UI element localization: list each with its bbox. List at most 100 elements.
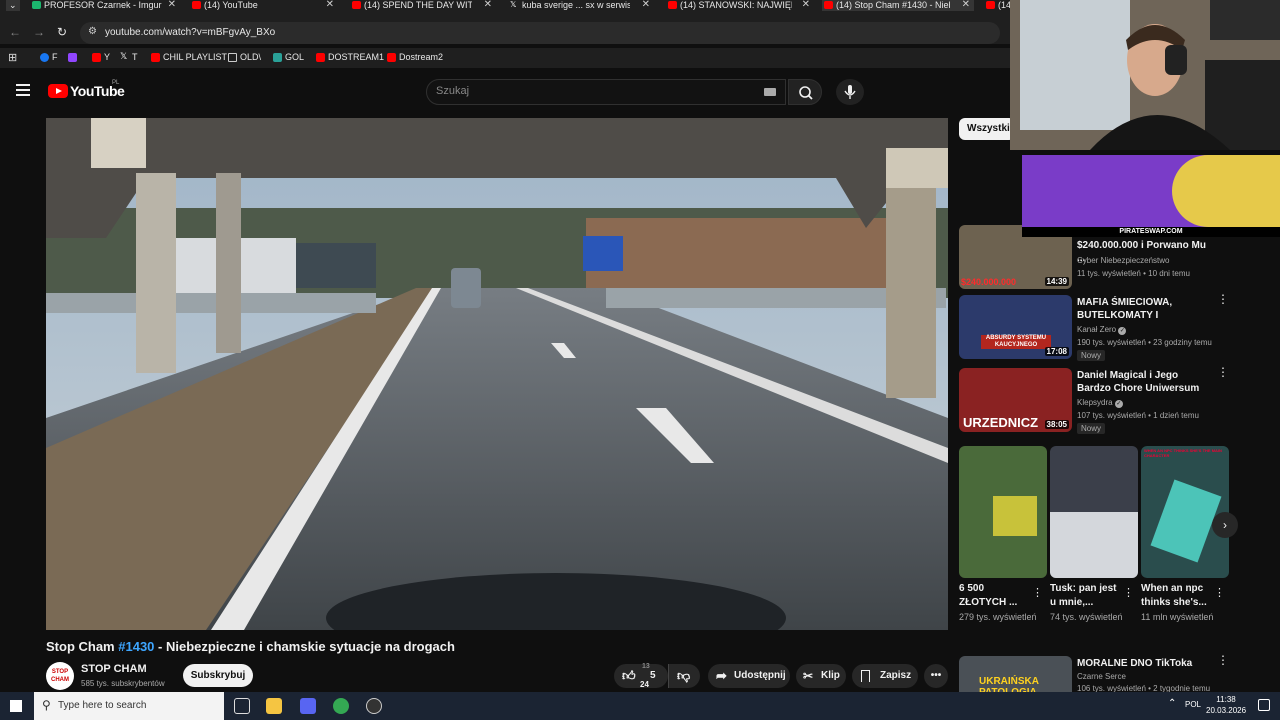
notification-icon[interactable] bbox=[1258, 699, 1270, 711]
search-button[interactable] bbox=[788, 79, 822, 105]
short-title: 6 500 ZŁOTYCH ... bbox=[959, 583, 1018, 608]
bookmark-chil-playlist[interactable]: CHIL PLAYLIST bbox=[151, 52, 227, 62]
windows-start-icon[interactable] bbox=[10, 700, 22, 712]
shorts-next-button[interactable]: › bbox=[1212, 512, 1238, 538]
video-player[interactable] bbox=[46, 118, 948, 630]
search-icon: ⚲ bbox=[42, 698, 51, 712]
short-thumb-caption: WHEN AN NPC THINKS SHE'S THE MAIN CHARAC… bbox=[1144, 448, 1222, 458]
recommendation-item[interactable]: URZEDNICZ 38:05 Daniel Magical i Jego Ba… bbox=[959, 366, 1259, 434]
voice-search-button[interactable] bbox=[836, 79, 864, 105]
duration-badge: 14:39 bbox=[1044, 277, 1069, 286]
share-button[interactable]: ➦ Udostępnij bbox=[708, 664, 790, 688]
close-tab-icon[interactable]: ✕ bbox=[326, 0, 334, 10]
search-placeholder: Szukaj bbox=[436, 85, 470, 97]
youtube-logo-icon[interactable] bbox=[48, 84, 68, 98]
search-icon bbox=[799, 86, 813, 100]
browser-tab[interactable]: (14) STANOWSKI: NAJWIĘKSZA ✕ bbox=[666, 0, 814, 11]
hashtag-link[interactable]: #1430 bbox=[118, 639, 154, 654]
bookmark-dostream1[interactable]: DOSTREAM1 bbox=[316, 52, 384, 62]
share-label: Udostępnij bbox=[734, 670, 786, 681]
microphone-icon bbox=[844, 85, 856, 99]
recommendation-meta: 11 tys. wyświetleń • 10 dni temu bbox=[1077, 269, 1190, 278]
back-arrow-icon[interactable]: ← bbox=[9, 25, 21, 39]
more-vertical-icon[interactable]: ⋮ bbox=[1217, 654, 1229, 666]
more-vertical-icon[interactable]: ⋮ bbox=[1217, 293, 1229, 305]
title-rest: - Niebezpieczne i chamskie sytuacje na d… bbox=[154, 639, 455, 654]
tab-menu-button[interactable]: ⌄ bbox=[6, 0, 20, 11]
more-vertical-icon[interactable]: ⋮ bbox=[1217, 366, 1229, 378]
keyboard-icon[interactable] bbox=[764, 88, 776, 96]
bookmark-facebook[interactable]: F bbox=[40, 52, 58, 62]
search-input[interactable] bbox=[426, 79, 786, 105]
browser-tab[interactable]: PROFESOR Czarnek - Imgur ✕ bbox=[30, 0, 180, 11]
reload-icon[interactable]: ↻ bbox=[57, 25, 67, 39]
video-thumbnail[interactable]: URZEDNICZ 38:05 bbox=[959, 368, 1072, 432]
site-info-icon[interactable]: ⚙ bbox=[88, 26, 97, 37]
close-tab-icon[interactable]: ✕ bbox=[168, 0, 176, 10]
more-horizontal-icon: ••• bbox=[930, 670, 942, 681]
close-tab-icon[interactable]: ✕ bbox=[802, 0, 810, 10]
address-bar-row: ← → ↻ ⚙ youtube.com/watch?v=mBFgvAy_BXo bbox=[0, 22, 1010, 44]
new-badge: Nowy bbox=[1077, 423, 1106, 434]
short-thumbnail[interactable]: WHEN AN NPC THINKS SHE'S THE MAIN CHARAC… bbox=[1141, 446, 1229, 578]
recommendation-meta: 107 tys. wyświetleń • 1 dzień temu bbox=[1077, 411, 1199, 420]
bookmark-folder-old[interactable]: OLD\ bbox=[228, 52, 261, 62]
short-item[interactable]: Tusk: pan jest u mnie,... 74 tys. wyświe… bbox=[1050, 446, 1138, 624]
windows-taskbar: ⚲ Type here to search ⌃ POL bbox=[0, 692, 1280, 720]
more-vertical-icon[interactable]: ⋮ bbox=[1032, 586, 1043, 599]
hamburger-menu-icon[interactable] bbox=[16, 84, 30, 99]
taskbar-clock[interactable]: 11:38 20.03.2026 bbox=[1206, 694, 1246, 716]
share-arrow-icon: ➦ bbox=[716, 668, 727, 683]
browser-tab[interactable]: (14) SPEND THE DAY WITH ME ✕ bbox=[350, 0, 496, 11]
chrome-icon[interactable] bbox=[333, 698, 349, 714]
more-vertical-icon[interactable]: ⋮ bbox=[1123, 586, 1134, 599]
close-tab-icon[interactable]: ✕ bbox=[962, 0, 970, 10]
chip-all[interactable]: Wszystkie bbox=[959, 118, 1015, 140]
bookmark-icon bbox=[861, 670, 870, 682]
tab-title: (14) Stop Cham #1430 - Niebe bbox=[836, 0, 950, 10]
bookmark-x[interactable]: 𝕏T bbox=[120, 51, 138, 62]
short-thumbnail[interactable] bbox=[959, 446, 1047, 578]
short-thumbnail[interactable] bbox=[1050, 446, 1138, 578]
video-thumbnail[interactable]: ABSURDY SYSTEMU KAUCYJNEGO 17:08 bbox=[959, 295, 1072, 359]
more-actions-button[interactable]: ••• bbox=[924, 664, 948, 688]
dislike-button[interactable]: 👎︎ bbox=[668, 664, 700, 688]
url-text[interactable]: youtube.com/watch?v=mBFgvAy_BXo bbox=[105, 27, 275, 38]
bookmark-label: OLD\ bbox=[240, 52, 262, 62]
channel-avatar[interactable]: STOP CHAM bbox=[46, 662, 74, 690]
recommendation-item[interactable]: ABSURDY SYSTEMU KAUCYJNEGO 17:08 MAFIA Ś… bbox=[959, 293, 1259, 361]
short-title: Tusk: pan jest u mnie,... bbox=[1050, 583, 1117, 608]
youtube-icon bbox=[387, 53, 396, 62]
forward-arrow-icon[interactable]: → bbox=[33, 25, 45, 39]
verified-check-icon: ✓ bbox=[1114, 400, 1123, 408]
bookmark-label: CHIL PLAYLIST bbox=[163, 52, 228, 62]
ad-overlay-glow bbox=[1172, 155, 1280, 227]
browser-tab-active[interactable]: (14) Stop Cham #1430 - Niebe ✕ bbox=[822, 0, 974, 11]
task-view-icon[interactable] bbox=[234, 698, 250, 714]
discord-icon[interactable] bbox=[300, 698, 316, 714]
browser-tab[interactable]: (14) YouTube ✕ bbox=[190, 0, 338, 11]
obs-icon[interactable] bbox=[366, 698, 382, 714]
file-explorer-icon[interactable] bbox=[266, 698, 282, 714]
short-item[interactable]: 6 500 ZŁOTYCH ... 279 tys. wyświetleń ⋮ bbox=[959, 446, 1047, 624]
tray-language[interactable]: POL bbox=[1185, 700, 1201, 709]
apps-grid-icon[interactable]: ⊞ bbox=[8, 51, 17, 64]
short-thumb-shape bbox=[993, 496, 1037, 536]
like-count: 5 bbox=[650, 670, 656, 681]
bookmark-youtube[interactable]: Y bbox=[92, 52, 110, 62]
save-button[interactable]: Zapisz bbox=[852, 664, 918, 688]
tray-chevron-icon[interactable]: ⌃ bbox=[1168, 698, 1176, 709]
recommendation-title: MAFIA ŚMIECIOWA, BUTELKOMATY I WIĘZIENIE… bbox=[1077, 297, 1173, 321]
browser-tab[interactable]: 𝕏 kuba sverige ... sx w serwisie ✕ bbox=[508, 0, 654, 11]
youtube-favicon-icon bbox=[668, 1, 677, 9]
close-tab-icon[interactable]: ✕ bbox=[484, 0, 492, 10]
clip-button[interactable]: ✂ Klip bbox=[796, 664, 846, 688]
more-vertical-icon[interactable]: ⋮ bbox=[1214, 586, 1225, 599]
bookmark-gol[interactable]: GOL bbox=[273, 52, 304, 62]
bookmark-dostream2[interactable]: Dostream2 bbox=[387, 52, 443, 62]
clock-date: 20.03.2026 bbox=[1206, 706, 1247, 715]
subscribe-button[interactable]: Subskrybuj bbox=[183, 664, 253, 687]
like-button[interactable]: 👍︎ 13 5 24 bbox=[614, 663, 668, 689]
channel-name[interactable]: STOP CHAM bbox=[81, 663, 147, 675]
close-tab-icon[interactable]: ✕ bbox=[642, 0, 650, 10]
